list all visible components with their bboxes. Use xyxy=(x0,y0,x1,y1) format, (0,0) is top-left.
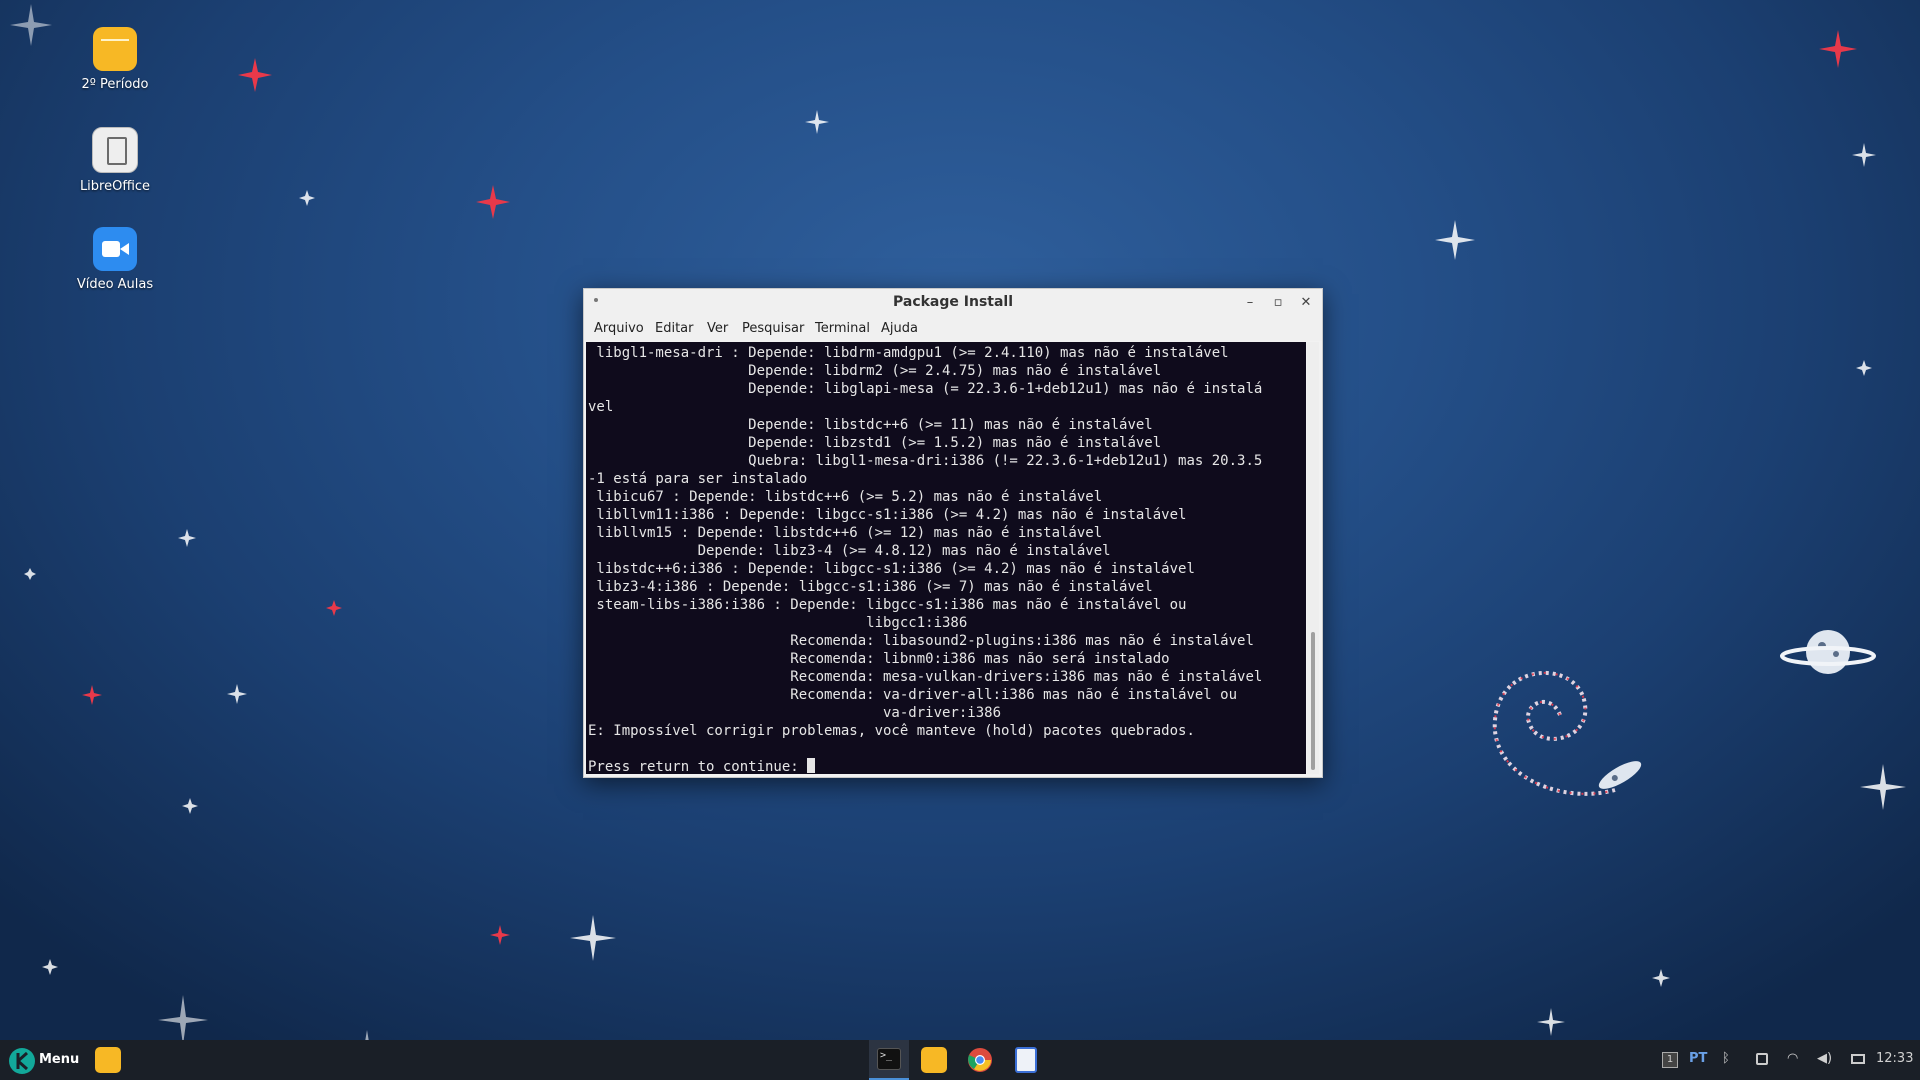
scrollbar[interactable] xyxy=(1307,342,1319,774)
swirl-decoration xyxy=(1492,671,1642,796)
desktop: 2º Período LibreOffice Vídeo Aulas Packa… xyxy=(0,0,1920,1080)
maximize-button[interactable]: ▫ xyxy=(1268,293,1288,313)
terminal-line: vel xyxy=(588,399,614,415)
desktop-icon-periodo[interactable]: 2º Período xyxy=(55,27,175,92)
volume-icon[interactable]: ◀) xyxy=(1817,1051,1832,1066)
terminal-cursor xyxy=(807,758,816,773)
menu-bar: Arquivo Editar Ver Pesquisar Terminal Aj… xyxy=(584,317,1322,341)
keyboard-layout[interactable]: PT xyxy=(1689,1051,1707,1066)
terminal-line: Depende: libzstd1 (>= 1.5.2) mas não é i… xyxy=(588,435,1162,451)
document-icon xyxy=(1015,1047,1037,1073)
workspace-indicator[interactable]: 1 xyxy=(1662,1052,1678,1068)
desktop-icon-label: LibreOffice xyxy=(79,179,151,194)
taskbar-chrome[interactable] xyxy=(960,1040,1000,1080)
menu-arquivo[interactable]: Arquivo xyxy=(594,321,644,336)
terminal-line: libllvm15 : Depende: libstdc++6 (>= 12) … xyxy=(588,525,1103,541)
taskbar: Menu >_ 1 PT ᛒ ◠ ◀) 12:33 xyxy=(0,1040,1920,1080)
terminal-line: Recomenda: libnm0:i386 mas não será inst… xyxy=(588,651,1170,667)
terminal-line: libllvm11:i386 : Depende: libgcc-s1:i386… xyxy=(588,507,1187,523)
terminal-line: libicu67 : Depende: libstdc++6 (>= 5.2) … xyxy=(588,489,1103,505)
desktop-icon-label: 2º Período xyxy=(81,77,149,92)
terminal-output[interactable]: libgl1-mesa-dri : Depende: libdrm-amdgpu… xyxy=(586,342,1306,774)
terminal-line: libgcc1:i386 xyxy=(588,615,968,631)
start-menu-button[interactable]: Menu xyxy=(6,1040,80,1080)
terminal-line: Depende: libdrm2 (>= 2.4.75) mas não é i… xyxy=(588,363,1162,379)
menu-ver[interactable]: Ver xyxy=(707,321,728,336)
terminal-line: libgl1-mesa-dri : Depende: libdrm-amdgpu… xyxy=(588,345,1229,361)
menu-ajuda[interactable]: Ajuda xyxy=(881,321,918,336)
terminal-line: E: Impossível corrigir problemas, você m… xyxy=(588,723,1195,739)
terminal-line: va-driver:i386 xyxy=(588,705,1002,721)
terminal-line: steam-libs-i386:i386 : Depende: libgcc-s… xyxy=(588,597,1187,613)
desktop-icon-libreoffice[interactable]: LibreOffice xyxy=(55,127,175,194)
close-button[interactable]: ✕ xyxy=(1296,293,1316,313)
wifi-icon[interactable]: ◠ xyxy=(1787,1051,1798,1066)
menu-editar[interactable]: Editar xyxy=(655,321,694,336)
terminal-text: libgl1-mesa-dri : Depende: libdrm-amdgpu… xyxy=(586,342,1306,774)
window-title: Package Install xyxy=(892,294,1014,310)
terminal-window: Package Install – ▫ ✕ Arquivo Editar Ver… xyxy=(583,288,1323,778)
folder-icon xyxy=(95,1047,121,1073)
kde-logo-icon xyxy=(9,1048,35,1074)
terminal-line: Recomenda: va-driver-all:i386 mas não é … xyxy=(588,687,1238,703)
start-menu-label: Menu xyxy=(39,1052,80,1067)
battery-icon[interactable] xyxy=(1851,1054,1865,1064)
terminal-line: Depende: libstdc++6 (>= 11) mas não é in… xyxy=(588,417,1153,433)
planet-decoration xyxy=(1780,630,1876,674)
terminal-line: Quebra: libgl1-mesa-dri:i386 (!= 22.3.6-… xyxy=(588,453,1263,469)
terminal-line: Depende: libz3-4 (>= 4.8.12) mas não é i… xyxy=(588,543,1111,559)
taskbar-files[interactable] xyxy=(914,1040,954,1080)
desktop-icon-video-aulas[interactable]: Vídeo Aulas xyxy=(55,227,175,292)
taskbar-file-manager[interactable] xyxy=(88,1040,128,1080)
terminal-line: libz3-4:i386 : Depende: libgcc-s1:i386 (… xyxy=(588,579,1153,595)
folder-icon xyxy=(93,27,137,71)
minimize-button[interactable]: – xyxy=(1240,293,1260,313)
terminal-prompt: Press return to continue: xyxy=(588,759,808,774)
taskbar-terminal[interactable]: >_ xyxy=(869,1040,909,1080)
video-camera-icon xyxy=(93,227,137,271)
terminal-line: libstdc++6:i386 : Depende: libgcc-s1:i38… xyxy=(588,561,1195,577)
folder-icon xyxy=(921,1047,947,1073)
menu-pesquisar[interactable]: Pesquisar xyxy=(742,321,804,336)
menu-terminal[interactable]: Terminal xyxy=(815,321,870,336)
terminal-line: -1 está para ser instalado xyxy=(588,471,808,487)
chrome-icon xyxy=(968,1048,992,1072)
document-icon xyxy=(92,127,138,173)
terminal-icon: >_ xyxy=(877,1048,901,1070)
title-bar[interactable]: Package Install – ▫ ✕ xyxy=(584,289,1322,317)
scrollbar-thumb[interactable] xyxy=(1311,632,1315,770)
terminal-line: Depende: libglapi-mesa (= 22.3.6-1+deb12… xyxy=(588,381,1263,397)
bluetooth-icon[interactable]: ᛒ xyxy=(1722,1051,1730,1066)
printer-icon[interactable] xyxy=(1756,1053,1768,1065)
clock[interactable]: 12:33 xyxy=(1876,1051,1913,1066)
taskbar-writer[interactable] xyxy=(1006,1040,1046,1080)
desktop-icon-label: Vídeo Aulas xyxy=(76,277,154,292)
terminal-line: Recomenda: libasound2-plugins:i386 mas n… xyxy=(588,633,1254,649)
terminal-line: Recomenda: mesa-vulkan-drivers:i386 mas … xyxy=(588,669,1263,685)
